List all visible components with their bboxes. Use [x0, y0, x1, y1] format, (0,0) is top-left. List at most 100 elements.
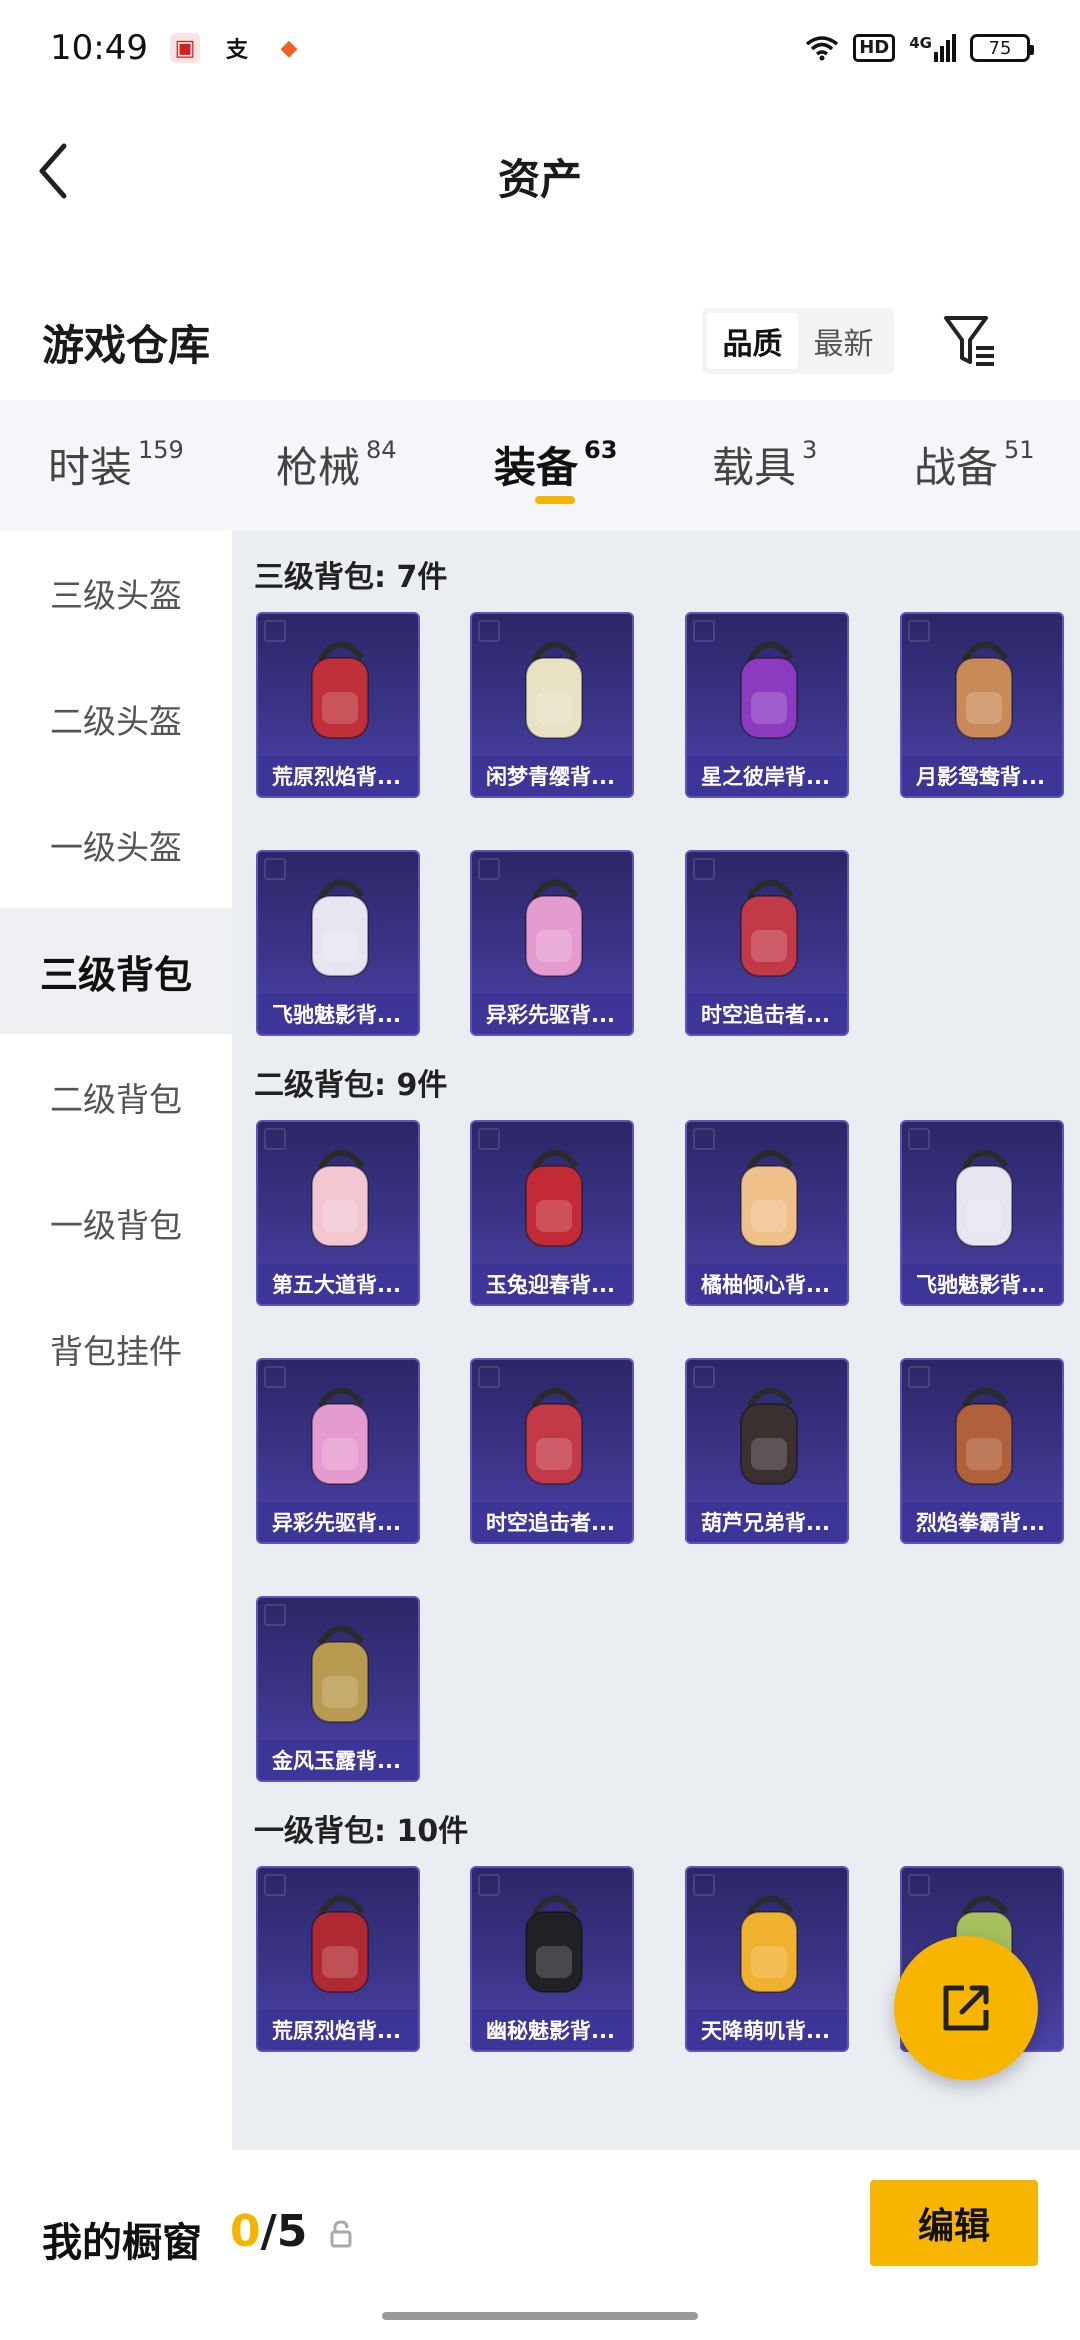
card-corner-decoration [478, 1128, 500, 1150]
item-card-label: 荒原烈焰背... [258, 756, 418, 796]
active-tab-indicator [535, 496, 575, 504]
fist-backpack-icon [955, 1387, 1013, 1485]
sidebar-item-backpack-pendant[interactable]: 背包挂件 [0, 1286, 232, 1412]
item-card[interactable]: 橘柚倾心背... [685, 1120, 849, 1306]
status-time: 10:49 [50, 28, 148, 68]
rabbit-backpack-icon [525, 1149, 583, 1247]
sidebar-item-level3-helmet[interactable]: 三级头盔 [0, 530, 232, 656]
item-card[interactable]: 异彩先驱背... [256, 1358, 420, 1544]
sidebar-item-level1-helmet[interactable]: 一级头盔 [0, 782, 232, 908]
notification-app-icon: ▣ [169, 33, 200, 63]
section-title-level3: 三级背包: 7件 [254, 560, 448, 595]
item-card-label: 幽秘魅影背... [472, 2010, 632, 2050]
item-card[interactable]: 金风玉露背... [256, 1596, 420, 1782]
cat-backpack-icon [740, 1149, 798, 1247]
card-corner-decoration [264, 1128, 286, 1150]
sidebar-item-level2-backpack[interactable]: 二级背包 [0, 1034, 232, 1160]
battery-icon: 75 [970, 34, 1034, 62]
item-card[interactable]: 时空追击者... [685, 850, 849, 1036]
item-card-label: 荒原烈焰背... [258, 2010, 418, 2050]
showcase-separator: / [260, 2206, 277, 2257]
tab-fashion[interactable]: 时装 159 [48, 434, 184, 495]
sidebar-item-level1-backpack[interactable]: 一级背包 [0, 1160, 232, 1286]
share-floating-button[interactable] [894, 1936, 1038, 2080]
showcase-count: 0/5 [230, 2206, 307, 2257]
alipay-icon: 支 [225, 38, 248, 63]
sidebar-item-level3-backpack[interactable]: 三级背包 [0, 908, 232, 1034]
lock-icon [330, 2220, 352, 2248]
card-corner-decoration [264, 1604, 286, 1626]
game-icon: ◆ [280, 35, 298, 61]
card-corner-decoration [693, 1874, 715, 1896]
red-backpack-icon [311, 1895, 369, 1993]
chick-backpack-icon [740, 1895, 798, 1993]
card-corner-decoration [478, 1366, 500, 1388]
item-card[interactable]: 时空追击者... [470, 1358, 634, 1544]
header: 资产 [0, 96, 1080, 246]
gourd-backpack-icon [740, 1387, 798, 1485]
tab-label: 战备 [914, 443, 999, 492]
sort-option-newest[interactable]: 最新 [798, 313, 889, 369]
item-card-label: 橘柚倾心背... [687, 1264, 847, 1304]
signal-icon: 4G [909, 34, 956, 62]
card-corner-decoration [908, 1128, 930, 1150]
section-title-level2: 二级背包: 9件 [254, 1068, 448, 1103]
card-corner-decoration [908, 1874, 930, 1896]
card-corner-decoration [264, 1366, 286, 1388]
item-card-label: 金风玉露背... [258, 1740, 418, 1780]
item-card-label: 闲梦青缨背... [472, 756, 632, 796]
showcase-label: 我的橱窗 [42, 2220, 202, 2266]
edit-button[interactable]: 编辑 [870, 2180, 1038, 2266]
warehouse-title: 游戏仓库 [42, 321, 211, 370]
card-corner-decoration [908, 620, 930, 642]
item-card-label: 异彩先驱背... [258, 1502, 418, 1542]
card-corner-decoration [693, 1366, 715, 1388]
mech-backpack-icon [525, 1387, 583, 1485]
tab-supplies[interactable]: 战备 51 [914, 434, 1035, 495]
item-card[interactable]: 葫芦兄弟背... [685, 1358, 849, 1544]
tab-vehicles[interactable]: 载具 3 [712, 434, 817, 495]
tab-weapons[interactable]: 枪械 84 [276, 434, 397, 495]
wifi-icon [806, 36, 839, 61]
item-card[interactable]: 荒原烈焰背... [256, 612, 420, 798]
sort-option-quality[interactable]: 品质 [707, 313, 798, 369]
item-card[interactable]: 玉兔迎春背... [470, 1120, 634, 1306]
hd-icon: HD [853, 34, 896, 62]
battery-level: 75 [988, 37, 1012, 59]
item-card[interactable]: 月影鸳鸯背... [900, 612, 1064, 798]
item-card[interactable]: 第五大道背... [256, 1120, 420, 1306]
item-card[interactable]: 天降萌叽背... [685, 1866, 849, 2052]
home-indicator [382, 2312, 698, 2320]
filter-button[interactable] [940, 310, 1000, 372]
item-card-label: 月影鸳鸯背... [902, 756, 1062, 796]
item-card-label: 时空追击者... [472, 1502, 632, 1542]
sidebar-item-level2-helmet[interactable]: 二级头盔 [0, 656, 232, 782]
item-card[interactable]: 烈焰拳霸背... [900, 1358, 1064, 1544]
item-card[interactable]: 飞驰魅影背... [256, 850, 420, 1036]
item-card[interactable]: 星之彼岸背... [685, 612, 849, 798]
item-card-label: 星之彼岸背... [687, 756, 847, 796]
item-card[interactable]: 荒原烈焰背... [256, 1866, 420, 2052]
item-card-label: 飞驰魅影背... [902, 1264, 1062, 1304]
item-card-label: 葫芦兄弟背... [687, 1502, 847, 1542]
handbag-backpack-icon [311, 1149, 369, 1247]
red-backpack-icon [311, 641, 369, 739]
bunny-backpack-icon [311, 1387, 369, 1485]
item-card[interactable]: 闲梦青缨背... [470, 612, 634, 798]
item-card[interactable]: 异彩先驱背... [470, 850, 634, 1036]
card-corner-decoration [264, 858, 286, 880]
showcase-current: 0 [230, 2206, 261, 2257]
mech-backpack-icon [740, 879, 798, 977]
item-card[interactable]: 幽秘魅影背... [470, 1866, 634, 2052]
racer-backpack-icon [955, 1149, 1013, 1247]
tab-count: 3 [802, 436, 818, 464]
card-corner-decoration [693, 620, 715, 642]
item-card[interactable]: 飞驰魅影背... [900, 1120, 1064, 1306]
card-corner-decoration [693, 858, 715, 880]
item-card-label: 玉兔迎春背... [472, 1264, 632, 1304]
tab-equipment[interactable]: 装备 63 [494, 434, 617, 495]
card-corner-decoration [264, 620, 286, 642]
category-tabs: 时装 159 枪械 84 装备 63 载具 3 战备 51 [0, 400, 1080, 530]
card-corner-decoration [478, 620, 500, 642]
white-backpack-icon [525, 641, 583, 739]
